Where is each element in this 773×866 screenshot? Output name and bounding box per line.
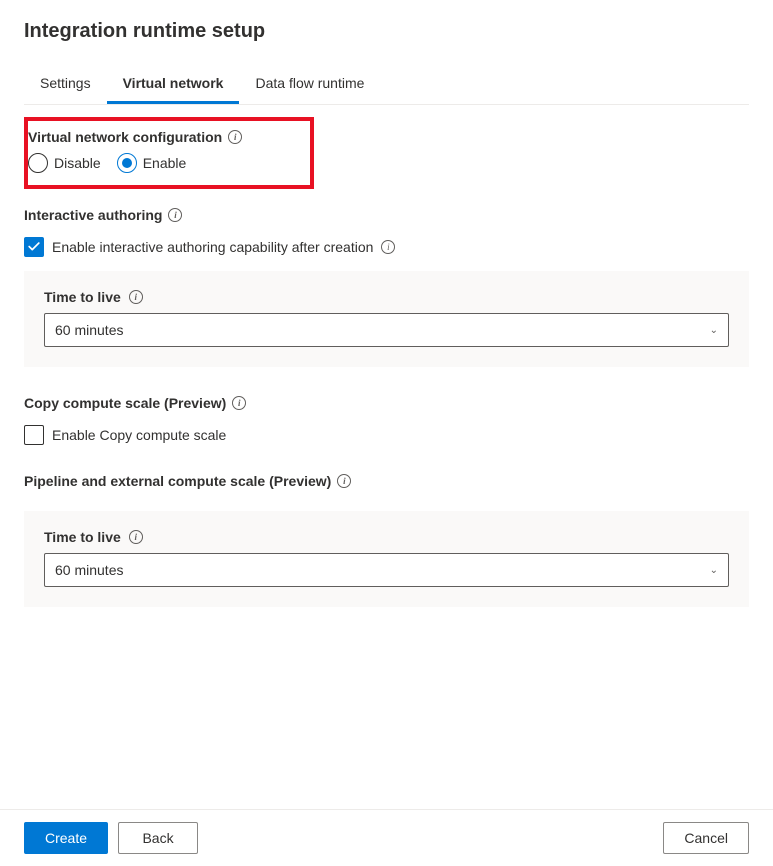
interactive-ttl-value: 60 minutes (55, 322, 123, 338)
pipeline-ttl-value: 60 minutes (55, 562, 123, 578)
radio-disable-label: Disable (54, 155, 101, 171)
chevron-down-icon: ⌄ (710, 565, 718, 576)
radio-enable[interactable]: Enable (117, 153, 187, 173)
pipeline-compute-label: Pipeline and external compute scale (Pre… (24, 473, 351, 489)
chevron-down-icon: ⌄ (710, 325, 718, 336)
info-icon[interactable]: i (381, 240, 395, 254)
info-icon[interactable]: i (337, 474, 351, 488)
interactive-ttl-text: Time to live (44, 289, 121, 305)
vnet-config-label: Virtual network configuration i (28, 129, 242, 145)
info-icon[interactable]: i (228, 130, 242, 144)
interactive-ttl-select[interactable]: 60 minutes ⌄ (44, 313, 729, 347)
copy-compute-checkbox[interactable] (24, 425, 44, 445)
copy-compute-label: Copy compute scale (Preview) i (24, 395, 246, 411)
interactive-checkbox-row: Enable interactive authoring capability … (24, 237, 749, 257)
vnet-config-highlight: Virtual network configuration i Disable … (24, 117, 314, 189)
checkmark-icon (27, 240, 41, 254)
cancel-button[interactable]: Cancel (663, 822, 749, 854)
radio-enable-label: Enable (143, 155, 187, 171)
copy-compute-checkbox-label: Enable Copy compute scale (52, 427, 226, 443)
interactive-authoring-label: Interactive authoring i (24, 207, 182, 223)
info-icon[interactable]: i (168, 208, 182, 222)
info-icon[interactable]: i (232, 396, 246, 410)
copy-compute-section: Copy compute scale (Preview) i Enable Co… (24, 395, 749, 445)
radio-enable-circle (117, 153, 137, 173)
back-button[interactable]: Back (118, 822, 198, 854)
interactive-ttl-label: Time to live i (44, 289, 143, 305)
interactive-checkbox[interactable] (24, 237, 44, 257)
pipeline-ttl-text: Time to live (44, 529, 121, 545)
page-title: Integration runtime setup (24, 20, 749, 43)
radio-disable-circle (28, 153, 48, 173)
tabs-container: Settings Virtual network Data flow runti… (24, 67, 749, 105)
create-button[interactable]: Create (24, 822, 108, 854)
info-icon[interactable]: i (129, 530, 143, 544)
radio-disable[interactable]: Disable (28, 153, 101, 173)
interactive-authoring-section: Interactive authoring i Enable interacti… (24, 207, 749, 367)
tab-data-flow-runtime[interactable]: Data flow runtime (239, 67, 380, 104)
info-icon[interactable]: i (129, 290, 143, 304)
vnet-config-text: Virtual network configuration (28, 129, 222, 145)
footer: Create Back Cancel (0, 809, 773, 866)
interactive-ttl-panel: Time to live i 60 minutes ⌄ (24, 271, 749, 367)
pipeline-compute-text: Pipeline and external compute scale (Pre… (24, 473, 331, 489)
pipeline-compute-section: Pipeline and external compute scale (Pre… (24, 473, 749, 607)
interactive-checkbox-label: Enable interactive authoring capability … (52, 239, 373, 255)
vnet-radio-group: Disable Enable (28, 153, 298, 173)
copy-compute-text: Copy compute scale (Preview) (24, 395, 226, 411)
pipeline-ttl-select[interactable]: 60 minutes ⌄ (44, 553, 729, 587)
pipeline-ttl-panel: Time to live i 60 minutes ⌄ (24, 511, 749, 607)
pipeline-ttl-label: Time to live i (44, 529, 143, 545)
interactive-authoring-text: Interactive authoring (24, 207, 162, 223)
tab-settings[interactable]: Settings (24, 67, 107, 104)
copy-compute-checkbox-row: Enable Copy compute scale (24, 425, 749, 445)
tab-virtual-network[interactable]: Virtual network (107, 67, 240, 104)
